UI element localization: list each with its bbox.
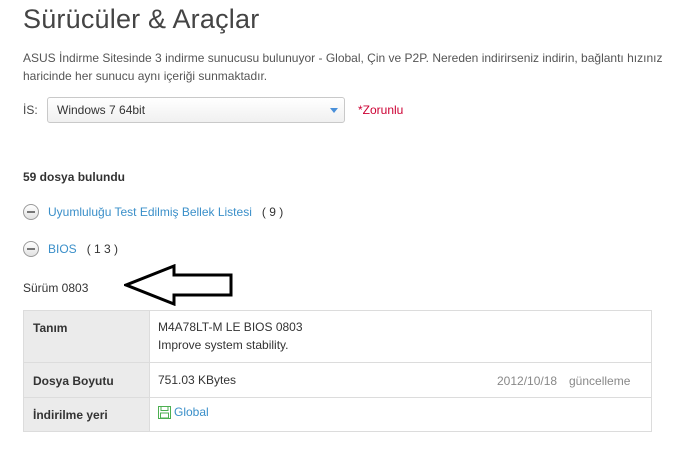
chevron-down-icon	[330, 108, 338, 113]
file-size: 751.03 KBytes	[158, 373, 237, 387]
category-link[interactable]: BIOS	[48, 242, 77, 256]
floppy-disk-icon	[158, 405, 171, 419]
bios-version: Sürüm 0803	[23, 281, 89, 295]
os-select[interactable]: Windows 7 64bit	[47, 97, 345, 123]
file-note: Improve system stability.	[158, 338, 289, 352]
category-count: ( 1 3 )	[86, 242, 119, 256]
os-select-value: Windows 7 64bit	[57, 103, 146, 117]
required-marker: *Zorunlu	[358, 103, 404, 117]
page-description: ASUS İndirme Sitesinde 3 indirme sunucus…	[23, 51, 663, 83]
row-divider	[24, 362, 651, 363]
description-label: Tanım	[33, 321, 68, 335]
update-label: güncelleme	[569, 374, 631, 388]
category-bios[interactable]: BIOS ( 1 3 )	[23, 240, 118, 258]
page-title: Sürücüler & Araçlar	[23, 4, 260, 34]
category-link[interactable]: Uyumluluğu Test Edilmiş Bellek Listesi	[48, 205, 252, 219]
download-label: İndirilme yeri	[33, 408, 108, 422]
minus-circle-icon[interactable]	[23, 204, 39, 220]
row-divider	[24, 397, 651, 398]
category-count: ( 9 )	[261, 205, 284, 219]
download-global-link[interactable]: Global	[158, 405, 209, 419]
file-name: M4A78LT-M LE BIOS 0803	[158, 320, 303, 334]
os-label: İS:	[23, 103, 38, 117]
release-date: 2012/10/18	[497, 374, 558, 388]
arrow-left-icon	[124, 264, 233, 306]
minus-circle-icon[interactable]	[23, 241, 39, 257]
size-label: Dosya Boyutu	[33, 374, 114, 388]
category-memory-list[interactable]: Uyumluluğu Test Edilmiş Bellek Listesi (…	[23, 203, 283, 221]
download-link-label[interactable]: Global	[174, 405, 209, 419]
file-details-table: Tanım M4A78LT-M LE BIOS 0803 Improve sys…	[23, 310, 652, 432]
result-count: 59 dosya bulundu	[23, 170, 126, 184]
